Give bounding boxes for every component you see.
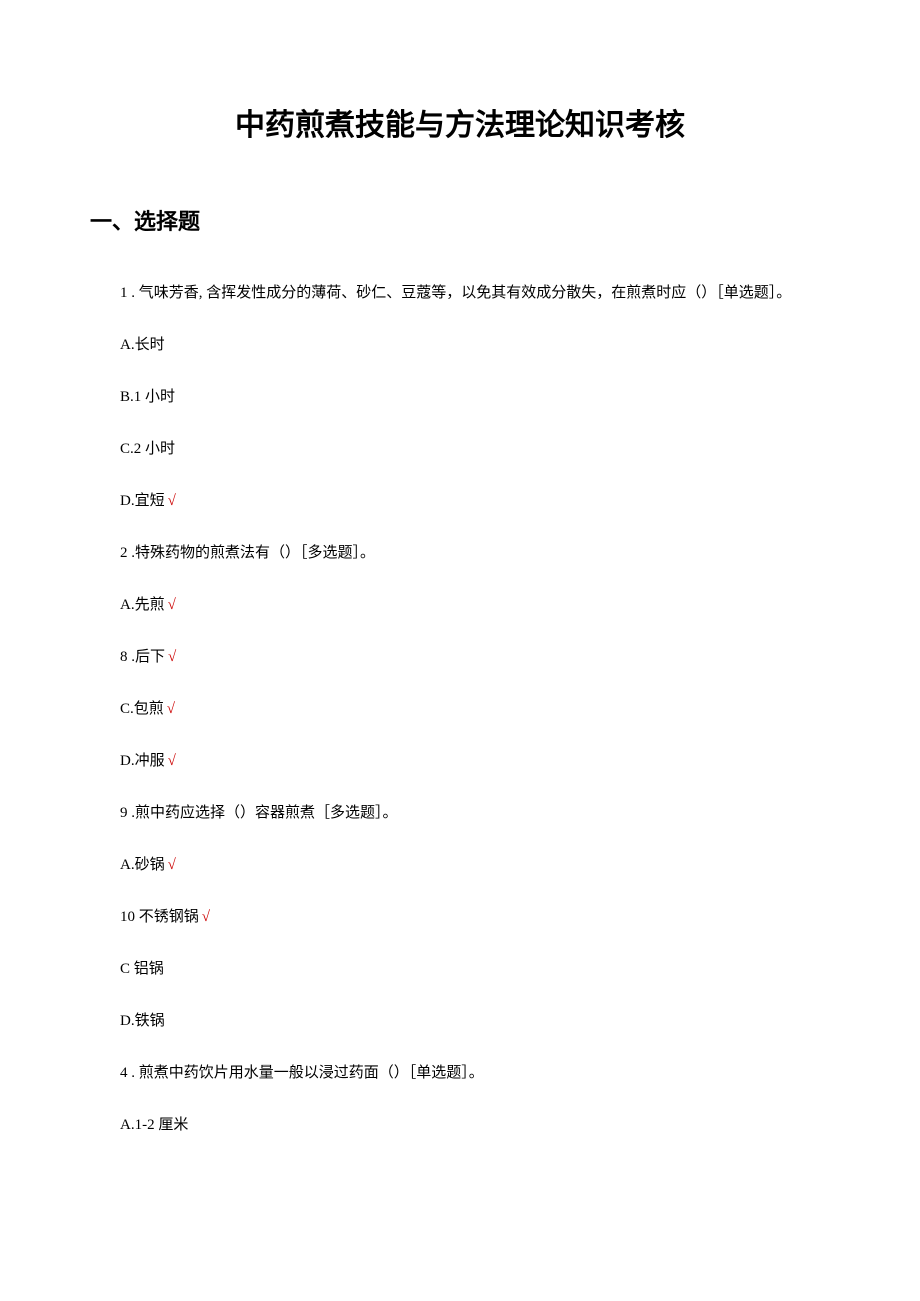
check-icon: √ <box>168 649 176 665</box>
option-2b-text: 8 .后下 <box>120 649 165 665</box>
option-1d: D.宜短√ <box>90 489 830 513</box>
option-2c-text: C.包煎 <box>120 701 164 717</box>
section-header: 一、选择题 <box>90 204 830 236</box>
option-2a-text: A.先煎 <box>120 597 165 613</box>
option-3a: A.砂锅√ <box>90 853 830 877</box>
option-3a-text: A.砂锅 <box>120 857 165 873</box>
option-2b: 8 .后下√ <box>90 645 830 669</box>
option-3c: C 铝锅 <box>90 957 830 981</box>
option-4a: A.1-2 厘米 <box>90 1113 830 1137</box>
option-3d: D.铁锅 <box>90 1009 830 1033</box>
question-1: 1 . 气味芳香, 含挥发性成分的薄荷、砂仁、豆蔻等，以免其有效成分散失，在煎煮… <box>90 281 830 305</box>
check-icon: √ <box>168 753 176 769</box>
option-1b: B.1 小时 <box>90 385 830 409</box>
check-icon: √ <box>202 909 210 925</box>
question-4: 4 . 煎煮中药饮片用水量一般以浸过药面（）［单选题］。 <box>90 1061 830 1085</box>
check-icon: √ <box>168 857 176 873</box>
option-3b-text: 10 不锈钢锅 <box>120 909 199 925</box>
question-3: 9 .煎中药应选择（）容器煎煮［多选题］。 <box>90 801 830 825</box>
option-3b: 10 不锈钢锅√ <box>90 905 830 929</box>
check-icon: √ <box>168 493 176 509</box>
option-2d-text: D.冲服 <box>120 753 165 769</box>
option-2d: D.冲服√ <box>90 749 830 773</box>
option-1d-text: D.宜短 <box>120 493 165 509</box>
question-2: 2 .特殊药物的煎煮法有（）［多选题］。 <box>90 541 830 565</box>
option-1c: C.2 小时 <box>90 437 830 461</box>
option-2c: C.包煎√ <box>90 697 830 721</box>
document-title: 中药煎煮技能与方法理论知识考核 <box>90 100 830 144</box>
option-2a: A.先煎√ <box>90 593 830 617</box>
option-1a: A.长时 <box>90 333 830 357</box>
check-icon: √ <box>167 701 175 717</box>
check-icon: √ <box>168 597 176 613</box>
